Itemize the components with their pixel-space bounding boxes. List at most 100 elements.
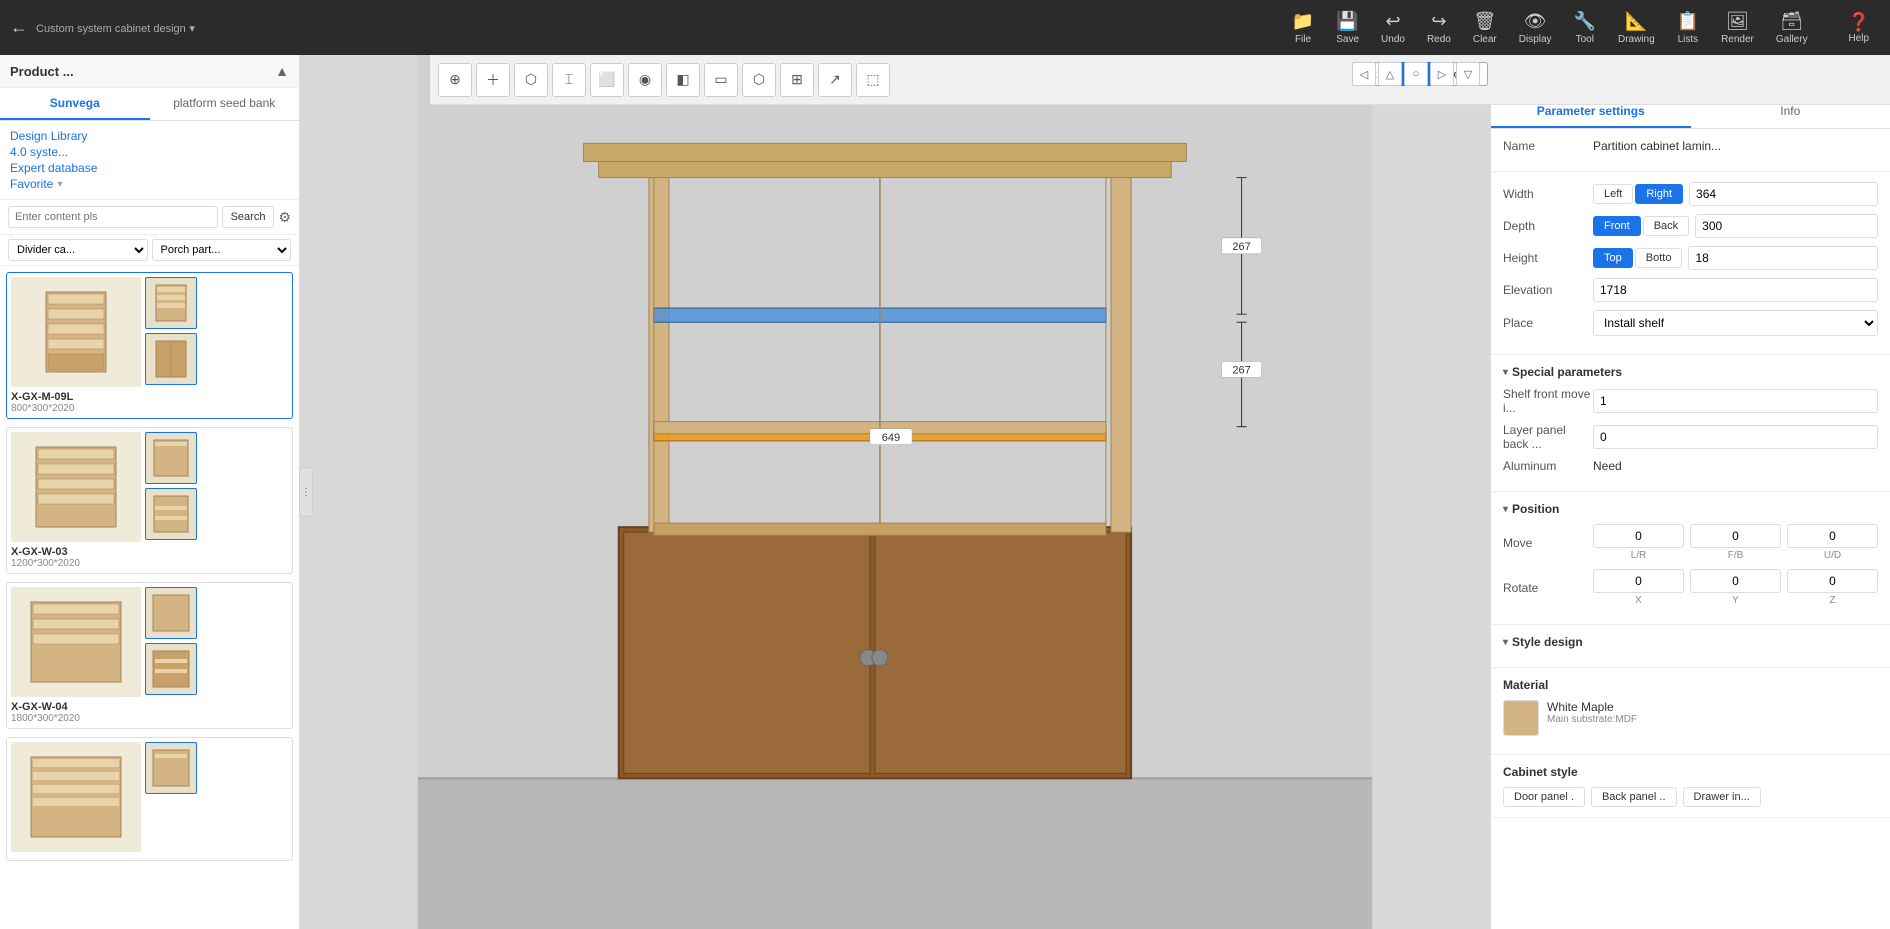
name-value: Partition cabinet lamin... [1593,139,1878,153]
tb2-polygon-btn[interactable]: ⬡ [514,63,548,97]
app-title: Custom system cabinet design ▾ [36,20,195,35]
filter-btn[interactable]: ⚙ [278,209,291,226]
drawer-btn[interactable]: Drawer in... [1683,787,1761,807]
product-thumb-img-1a[interactable] [145,277,197,329]
product-images-3 [11,587,288,697]
product-thumb-img-1b[interactable] [145,333,197,385]
nav-home-arrow[interactable]: ○ [1404,62,1428,86]
tb2-rect-btn[interactable]: ⬜ [590,63,624,97]
nav-up-arrow[interactable]: △ [1378,62,1402,86]
help-tool[interactable]: ❓ Help [1838,8,1880,48]
aluminum-label: Aluminum [1503,459,1593,473]
rotate-y-input[interactable] [1690,569,1781,593]
tb2-rect2-btn[interactable]: ▭ [704,63,738,97]
product-thumb-img-2b[interactable] [145,488,197,540]
style-design-title: ▾ Style design [1503,635,1878,649]
move-label: Move [1503,536,1593,550]
rotate-z-input[interactable] [1787,569,1878,593]
product-card-1[interactable]: ☆ [6,272,293,419]
nav-down-arrow[interactable]: ▽ [1456,62,1480,86]
product-card-3[interactable]: ☆ [6,582,293,729]
gallery-tool[interactable]: 🗃 Gallery [1766,7,1818,49]
redo-tool[interactable]: ↪ Redo [1417,7,1461,49]
move-fb-input[interactable] [1690,524,1781,548]
shelf-front-input[interactable] [1593,389,1878,413]
move-lr-input[interactable] [1593,524,1684,548]
filter-select-1[interactable]: Divider ca... [8,239,148,261]
sidebar-tab-sunvega[interactable]: Sunvega [0,88,150,120]
width-right-btn[interactable]: Right [1635,184,1683,204]
search-input[interactable] [8,206,218,228]
expert-db-link[interactable]: Expert database [10,161,289,175]
display-tool[interactable]: 👁 Display [1509,7,1562,49]
rotate-y-wrap: Y [1690,569,1781,606]
product-thumb-img-3b[interactable] [145,643,197,695]
product-images-1 [11,277,288,387]
material-swatch[interactable] [1503,700,1539,736]
render-tool[interactable]: 🖼 Render [1711,7,1764,49]
rp-name-section: Name Partition cabinet lamin... [1491,129,1890,172]
product-thumb-img-3a[interactable] [145,587,197,639]
product-card-2[interactable]: ☆ [6,427,293,574]
tb2-grid-btn[interactable]: ⊞ [780,63,814,97]
file-tool[interactable]: 📁 File [1282,7,1324,49]
search-btn[interactable]: Search [222,206,275,228]
product-card-4[interactable]: ☆ [6,737,293,861]
drawing-tool[interactable]: 📐 Drawing [1608,7,1665,49]
elevation-input[interactable] [1593,278,1878,302]
filter-select-2[interactable]: Porch part... [152,239,292,261]
nav-arrows: ◁ △ ○ ▷ ▽ [1352,62,1480,86]
tb2-perspective-btn[interactable]: ⊕ [438,63,472,97]
back-panel-btn[interactable]: Back panel .. [1591,787,1677,807]
right-panel: Functional part ✕ Parameter settings Inf… [1490,55,1890,929]
product-thumb-img-2a[interactable] [145,432,197,484]
width-label: Width [1503,187,1593,201]
depth-front-btn[interactable]: Front [1593,216,1641,236]
product-thumb-img-4a[interactable] [145,742,197,794]
depth-label: Depth [1503,219,1593,233]
sidebar-resize-handle[interactable]: ⋮ [299,467,313,517]
depth-back-btn[interactable]: Back [1643,216,1689,236]
place-select[interactable]: Install shelf [1593,310,1878,336]
aluminum-value: Need [1593,459,1878,473]
height-bottom-btn[interactable]: Botto [1635,248,1683,268]
undo-tool[interactable]: ↩ Undo [1371,7,1415,49]
move-lr-label: L/R [1631,550,1647,561]
tb2-frame-btn[interactable]: ⬚ [856,63,890,97]
layer-panel-input[interactable] [1593,425,1878,449]
tb2-hex-btn[interactable]: ⬡ [742,63,776,97]
depth-input[interactable] [1695,214,1878,238]
rotate-label: Rotate [1503,581,1593,595]
system-link[interactable]: 4.0 syste... [10,145,289,159]
sidebar-tab-platform[interactable]: platform seed bank [150,88,300,120]
rotate-x-label: X [1635,595,1642,606]
tb2-half-btn[interactable]: ◧ [666,63,700,97]
door-panel-btn[interactable]: Door panel . [1503,787,1585,807]
svg-text:267: 267 [1232,241,1250,253]
tb2-add-btn[interactable]: ＋ [476,63,510,97]
width-left-btn[interactable]: Left [1593,184,1633,204]
nav-left-arrow[interactable]: ◁ [1352,62,1376,86]
height-input[interactable] [1688,246,1878,270]
tb2-split-btn[interactable]: ⌶ [552,63,586,97]
design-library-link[interactable]: Design Library [10,129,289,143]
svg-text:267: 267 [1232,364,1250,376]
special-params-arrow: ▾ [1503,367,1508,378]
rotate-x-input[interactable] [1593,569,1684,593]
tool-tool[interactable]: 🔧 Tool [1564,7,1606,49]
cabinet-scene: 267 267 649 [300,55,1490,929]
clear-tool[interactable]: 🗑 Clear [1463,7,1507,49]
back-button[interactable]: ← [10,17,28,38]
sidebar-collapse-btn[interactable]: ▲ [275,63,289,79]
save-tool[interactable]: 💾 Save [1326,7,1369,49]
aluminum-row: Aluminum Need [1503,459,1878,473]
move-ud-input[interactable] [1787,524,1878,548]
height-top-btn[interactable]: Top [1593,248,1633,268]
rp-place-row: Place Install shelf [1503,310,1878,336]
favorite-link[interactable]: Favorite ▾ [10,177,289,191]
width-input[interactable] [1689,182,1878,206]
tb2-circle-btn[interactable]: ◉ [628,63,662,97]
tb2-arrow-btn[interactable]: ↗ [818,63,852,97]
nav-right-arrow[interactable]: ▷ [1430,62,1454,86]
lists-tool[interactable]: 📋 Lists [1667,7,1709,49]
